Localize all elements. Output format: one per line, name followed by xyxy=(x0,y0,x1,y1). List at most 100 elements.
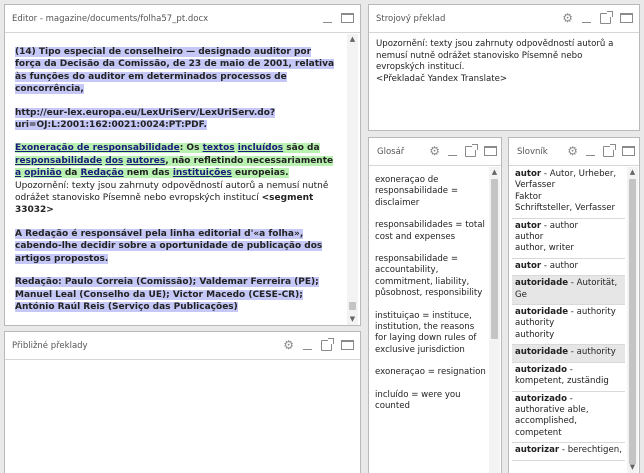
glossary-term[interactable]: opinião xyxy=(24,168,61,178)
glossary-term[interactable]: dos xyxy=(105,156,123,166)
dictionary-body: autor - Autor, Urheber, Verfasser Faktor S… xyxy=(509,167,639,473)
glossary-term[interactable]: instituições xyxy=(173,168,232,178)
minimize-icon[interactable] xyxy=(323,12,332,24)
dictionary-translation-line: Faktor xyxy=(515,191,542,202)
gear-icon[interactable]: ⚙ xyxy=(562,12,573,24)
fuzzy-body xyxy=(5,361,360,473)
dictionary-headword: autoridade xyxy=(515,307,569,318)
source-text: europeias. xyxy=(231,168,289,179)
glossary-body: exoneraçao de responsabilidade = disclai… xyxy=(369,167,501,473)
minimize-icon[interactable] xyxy=(586,145,595,157)
scroll-up-icon[interactable]: ▲ xyxy=(348,35,357,44)
gear-icon[interactable]: ⚙ xyxy=(567,145,578,157)
scroll-down-icon[interactable]: ▼ xyxy=(348,315,357,324)
gear-icon[interactable]: ⚙ xyxy=(429,145,440,157)
minimize-icon[interactable] xyxy=(448,145,457,157)
dictionary-entry[interactable]: autor - author author author, writer xyxy=(512,219,625,259)
popout-icon[interactable] xyxy=(600,10,613,24)
dictionary-entry[interactable]: autorizar - berechtigen, xyxy=(512,443,625,461)
dictionary-translation: - berechtigen, xyxy=(559,445,622,456)
segment-source[interactable]: Exoneração de responsabilidade: Os texto… xyxy=(15,143,334,179)
segment-source[interactable]: (14) Tipo especial de conselheiro — desi… xyxy=(15,47,335,95)
scrollbar-thumb[interactable] xyxy=(349,302,356,310)
dictionary-translation: - author xyxy=(541,260,579,271)
mt-translation: Upozornění: texty jsou zahrnuty odpovědn… xyxy=(376,39,614,73)
maximize-icon[interactable] xyxy=(341,13,354,23)
mt-credit: <Překladač Yandex Translate> xyxy=(376,73,508,84)
segment[interactable]: Redação: Paulo Correia (Comissão); Valde… xyxy=(15,276,340,313)
glossary-term[interactable]: Redação xyxy=(80,168,123,178)
mt-title: Strojový překlad xyxy=(376,13,446,24)
editor-body[interactable]: (14) Tipo especial de conselheiro — desi… xyxy=(5,34,360,325)
dictionary-entry[interactable]: autor - author xyxy=(512,259,625,277)
source-text: : Os xyxy=(179,143,203,154)
dictionary-entry[interactable]: autorizado - authorative able, accomplis… xyxy=(512,392,625,444)
glossary-header: Glosář ⚙ xyxy=(369,138,501,166)
editor-scrollbar[interactable]: ▲ ▼ xyxy=(347,34,358,325)
segment-source[interactable]: A Redação é responsável pela linha edito… xyxy=(15,228,323,264)
popout-icon[interactable] xyxy=(603,143,616,157)
dictionary-headword: autor xyxy=(515,220,542,231)
dictionary-title: Slovník xyxy=(517,146,548,157)
dictionary-translation-line: Schriftsteller, Verfasser xyxy=(515,203,616,214)
glossary-term[interactable]: incluídos xyxy=(238,143,283,153)
dictionary-entry[interactable]: autoridade - Autorität, Ge xyxy=(512,276,625,306)
dictionary-entry[interactable]: autoridade - authority authority authority xyxy=(512,305,625,346)
glossary-term[interactable]: Exoneração de responsabilidade xyxy=(15,143,180,153)
glossary-panel: Glosář ⚙ exoneraçao de responsabilidade … xyxy=(368,137,502,473)
glossary-term[interactable]: autores xyxy=(126,156,165,166)
dictionary-entry[interactable]: autorizado - kompetent, zuständig xyxy=(512,363,625,392)
dictionary-entry[interactable]: autor - Autor, Urheber, Verfasser Faktor S… xyxy=(512,167,625,219)
editor-header: Editor - magazine/documents/folha57_pt.d… xyxy=(5,5,360,33)
glossary-list: exoneraçao de responsabilidade = disclai… xyxy=(375,175,487,424)
scrollbar-thumb[interactable] xyxy=(629,179,636,464)
segment[interactable]: (14) Tipo especial de conselheiro — desi… xyxy=(15,46,340,96)
glossary-entry[interactable]: responsabilidade = accountability, commi… xyxy=(375,254,487,300)
editor-panel: Editor - magazine/documents/folha57_pt.d… xyxy=(4,4,361,326)
glossary-entry[interactable]: responsabilidades = total cost and expen… xyxy=(375,220,487,243)
glossary-entry[interactable]: exoneraçao de responsabilidade = disclai… xyxy=(375,175,487,209)
popout-icon[interactable] xyxy=(321,337,334,351)
dictionary-entry[interactable]: autoridade - authority xyxy=(512,345,625,363)
fuzzy-header: Přibližné překlady ⚙ xyxy=(5,332,360,360)
mt-body: Upozornění: texty jsou zahrnuty odpovědn… xyxy=(369,34,639,130)
scroll-up-icon[interactable]: ▲ xyxy=(628,168,637,177)
segment-source[interactable]: Redação: Paulo Correia (Comissão); Valde… xyxy=(15,277,319,312)
dictionary-translation: - author xyxy=(541,220,579,231)
dictionary-header: Slovník ⚙ xyxy=(509,138,639,166)
mt-header: Strojový překlad ⚙ xyxy=(369,5,639,33)
scrollbar-thumb[interactable] xyxy=(491,179,498,339)
dictionary-headword: autoridade xyxy=(515,278,569,289)
scroll-up-icon[interactable]: ▲ xyxy=(490,168,499,177)
dictionary-translation-line: author xyxy=(515,232,544,243)
maximize-icon[interactable] xyxy=(620,13,633,23)
popout-icon[interactable] xyxy=(465,143,478,157)
glossary-term[interactable]: responsabilidade xyxy=(15,156,102,166)
source-text: são da xyxy=(283,143,320,154)
segment[interactable]: A Redação é responsável pela linha edito… xyxy=(15,228,340,265)
dictionary-translation-line: author, writer xyxy=(515,243,574,254)
source-text: nem das xyxy=(123,168,173,179)
scroll-down-icon[interactable]: ▼ xyxy=(628,463,637,472)
maximize-icon[interactable] xyxy=(341,340,354,350)
minimize-icon[interactable] xyxy=(303,339,312,351)
fuzzy-title: Přibližné překlady xyxy=(12,340,88,351)
minimize-icon[interactable] xyxy=(582,12,591,24)
maximize-icon[interactable] xyxy=(622,146,635,156)
dictionary-scrollbar[interactable]: ▲ ▼ xyxy=(627,167,638,473)
segment[interactable]: http://eur-lex.europa.eu/LexUriServ/LexU… xyxy=(15,107,340,132)
glossary-title: Glosář xyxy=(377,146,405,157)
glossary-scrollbar[interactable]: ▲ xyxy=(489,167,500,473)
gear-icon[interactable]: ⚙ xyxy=(283,339,294,351)
dictionary-headword: autorizado xyxy=(515,364,567,375)
glossary-entry[interactable]: instituiçao = instituce, institution, th… xyxy=(375,311,487,357)
glossary-entry[interactable]: exoneraçao = resignation xyxy=(375,367,487,378)
active-segment[interactable]: Exoneração de responsabilidade: Os texto… xyxy=(15,142,340,216)
maximize-icon[interactable] xyxy=(484,146,497,156)
glossary-entry[interactable]: incluído = were you counted xyxy=(375,390,487,413)
editor-segments[interactable]: (14) Tipo especial de conselheiro — desi… xyxy=(15,46,340,325)
dictionary-headword: autorizar xyxy=(515,445,560,456)
segment[interactable]: Grupo de apoio: Ana Luísa Faria (Conselh… xyxy=(15,324,340,325)
glossary-term[interactable]: textos xyxy=(203,143,235,153)
segment-source[interactable]: http://eur-lex.europa.eu/LexUriServ/LexU… xyxy=(15,107,276,131)
